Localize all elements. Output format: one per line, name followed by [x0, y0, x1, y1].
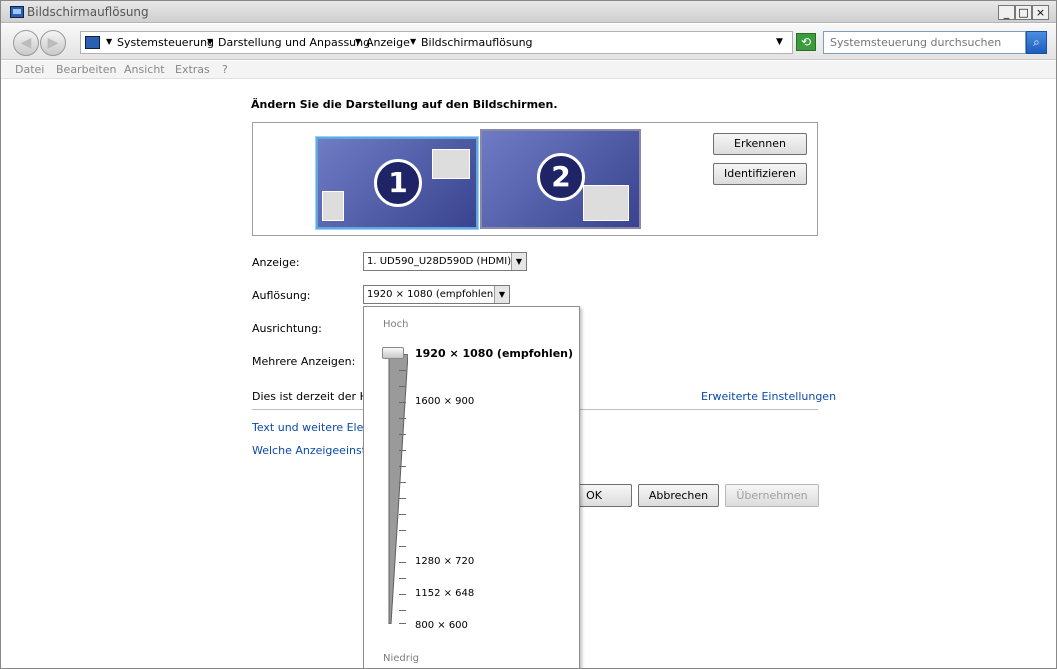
breadcrumb-bildschirmaufloesung[interactable]: Bildschirmauflösung: [421, 36, 533, 49]
monitor-arrangement: 1 2 Erkennen Identifizieren: [252, 122, 818, 236]
chevron-down-icon[interactable]: ▼: [511, 253, 526, 270]
menu-datei[interactable]: Datei: [15, 63, 44, 76]
menu-bearbeiten[interactable]: Bearbeiten: [56, 63, 116, 76]
close-button[interactable]: ×: [1032, 5, 1049, 20]
refresh-button[interactable]: ⟲: [796, 33, 816, 51]
slider-tick: [399, 370, 406, 371]
control-panel-thumbnail-icon: [583, 185, 629, 221]
search-icon[interactable]: ⌕: [1026, 31, 1047, 54]
breadcrumb-arrow-icon[interactable]: ▼: [410, 37, 416, 46]
slider-tick: [399, 482, 406, 483]
chevron-down-icon[interactable]: ▼: [494, 286, 509, 303]
resolution-select-value: 1920 × 1080 (empfohlen): [367, 289, 498, 300]
advanced-settings-link[interactable]: Erweiterte Einstellungen: [701, 390, 836, 403]
display-settings-icon: [10, 6, 24, 18]
text-size-link[interactable]: Text und weitere Eleme: [252, 421, 381, 434]
minimize-button[interactable]: _: [998, 5, 1015, 20]
slider-tick: [399, 386, 406, 387]
display-label: Anzeige:: [252, 256, 300, 269]
monitor-1[interactable]: 1: [316, 137, 478, 229]
title-bar: Bildschirmauflösung _ □ ×: [1, 1, 1056, 23]
slider-tick: [399, 514, 406, 515]
control-panel-icon: [85, 36, 100, 49]
back-button[interactable]: ◀: [13, 30, 39, 56]
slider-tick: [399, 578, 406, 579]
slider-tick: [399, 450, 406, 451]
resolution-select[interactable]: 1920 × 1080 (empfohlen) ▼: [363, 285, 510, 304]
apply-button[interactable]: Übernehmen: [725, 484, 819, 507]
resolution-option[interactable]: 800 × 600: [415, 620, 468, 631]
slider-tick: [399, 562, 406, 563]
breadcrumb-systemsteuerung[interactable]: Systemsteuerung: [117, 36, 214, 49]
slider-high-label: Hoch: [383, 319, 409, 330]
slider-tick: [399, 546, 406, 547]
detect-button[interactable]: Erkennen: [713, 133, 807, 155]
slider-tick: [399, 434, 406, 435]
menu-extras[interactable]: Extras: [175, 63, 210, 76]
slider-tick: [399, 610, 406, 611]
display-select-value: 1. UD590_U28D590D (HDMI): [367, 256, 512, 267]
window: Bildschirmauflösung _ □ × ◀ ▶ ▼ Systemst…: [0, 0, 1057, 669]
slider-low-label: Niedrig: [383, 653, 419, 664]
monitor-2[interactable]: 2: [480, 129, 641, 229]
monitor-number: 2: [537, 153, 585, 201]
monitor-number: 1: [374, 159, 422, 207]
page-heading: Ändern Sie die Darstellung auf den Bilds…: [251, 98, 558, 111]
slider-tick: [399, 466, 406, 467]
menu-ansicht[interactable]: Ansicht: [124, 63, 165, 76]
resolution-option[interactable]: 1280 × 720: [415, 556, 474, 567]
breadcrumb-darstellung[interactable]: Darstellung und Anpassung: [218, 36, 370, 49]
maximize-button[interactable]: □: [1015, 5, 1032, 20]
multiple-displays-label: Mehrere Anzeigen:: [252, 355, 356, 368]
menu-help[interactable]: ?: [222, 63, 228, 76]
resolution-option[interactable]: 1600 × 900: [415, 396, 474, 407]
search-input[interactable]: [823, 31, 1026, 54]
cancel-button[interactable]: Abbrechen: [638, 484, 719, 507]
start-menu-thumbnail-icon: [322, 191, 344, 221]
breadcrumb-arrow-icon[interactable]: ▼: [207, 37, 213, 46]
breadcrumb-anzeige[interactable]: Anzeige: [366, 36, 410, 49]
orientation-label: Ausrichtung:: [252, 322, 322, 335]
resolution-slider-thumb[interactable]: [382, 347, 404, 359]
resolution-slider-track[interactable]: [388, 354, 408, 624]
display-select[interactable]: 1. UD590_U28D590D (HDMI) ▼: [363, 252, 527, 271]
window-thumbnail-icon: [432, 149, 470, 179]
slider-tick: [399, 623, 406, 624]
breadcrumb-arrow-icon[interactable]: ▼: [355, 37, 361, 46]
slider-tick: [399, 402, 406, 403]
slider-tick: [399, 594, 406, 595]
resolution-option[interactable]: 1920 × 1080 (empfohlen): [415, 347, 573, 360]
address-dropdown-icon[interactable]: ▼: [776, 37, 783, 47]
slider-tick: [399, 498, 406, 499]
slider-tick: [399, 530, 406, 531]
resolution-label: Auflösung:: [252, 289, 311, 302]
identify-button[interactable]: Identifizieren: [713, 163, 807, 185]
address-bar[interactable]: ▼ Systemsteuerung ▼ Darstellung und Anpa…: [80, 31, 793, 54]
breadcrumb-arrow-icon[interactable]: ▼: [106, 37, 112, 46]
forward-button[interactable]: ▶: [40, 30, 66, 56]
resolution-option[interactable]: 1152 × 648: [415, 588, 474, 599]
navigation-toolbar: ◀ ▶ ▼ Systemsteuerung ▼ Darstellung und …: [1, 24, 1056, 60]
menu-bar: Datei Bearbeiten Ansicht Extras ?: [1, 61, 1056, 79]
window-title: Bildschirmauflösung: [27, 5, 149, 19]
slider-tick: [399, 418, 406, 419]
